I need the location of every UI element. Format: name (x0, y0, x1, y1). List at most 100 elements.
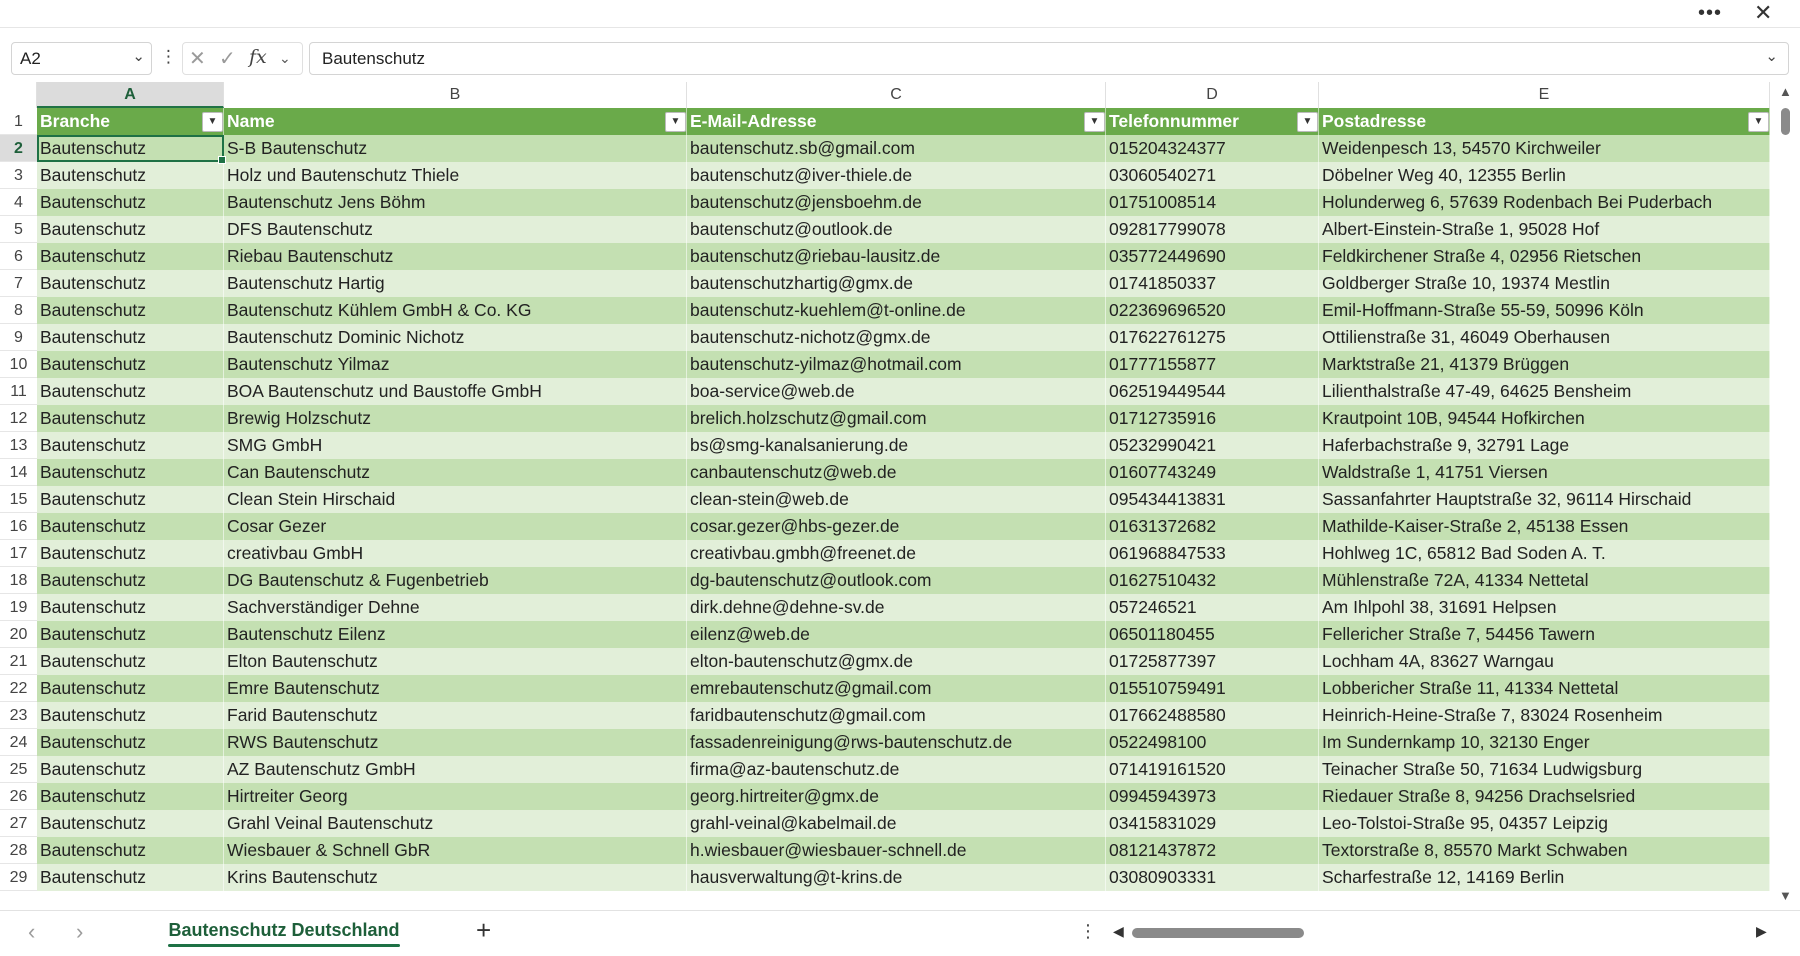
table-cell[interactable]: Bautenschutz (37, 702, 224, 729)
table-cell[interactable]: Sassanfahrter Hauptstraße 32, 96114 Hirs… (1319, 486, 1770, 513)
table-cell[interactable]: 01725877397 (1106, 648, 1319, 675)
cancel-icon[interactable]: ✕ (189, 46, 206, 71)
column-header-e[interactable]: E (1319, 82, 1770, 108)
table-cell[interactable]: Bautenschutz (37, 729, 224, 756)
table-cell[interactable]: Bautenschutz Dominic Nichotz (224, 324, 687, 351)
table-cell[interactable]: 01741850337 (1106, 270, 1319, 297)
row-header[interactable]: 13 (0, 432, 37, 459)
table-cell[interactable]: Scharfestraße 12, 14169 Berlin (1319, 864, 1770, 891)
close-icon[interactable]: ✕ (1754, 0, 1772, 26)
table-cell[interactable]: hausverwaltung@t-krins.de (687, 864, 1106, 891)
table-cell[interactable]: firma@az-bautenschutz.de (687, 756, 1106, 783)
table-cell[interactable]: Bautenschutz (37, 648, 224, 675)
table-cell[interactable]: Bautenschutz (37, 351, 224, 378)
table-cell[interactable]: bautenschutz@riebau-lausitz.de (687, 243, 1106, 270)
table-cell[interactable]: Riebau Bautenschutz (224, 243, 687, 270)
table-cell[interactable]: Marktstraße 21, 41379 Brüggen (1319, 351, 1770, 378)
table-cell[interactable]: 061968847533 (1106, 540, 1319, 567)
table-cell[interactable]: dirk.dehne@dehne-sv.de (687, 594, 1106, 621)
table-cell[interactable]: 022369696520 (1106, 297, 1319, 324)
table-cell[interactable]: Bautenschutz (37, 216, 224, 243)
row-header[interactable]: 24 (0, 729, 37, 756)
fill-handle[interactable] (218, 156, 226, 164)
row-header[interactable]: 16 (0, 513, 37, 540)
table-cell[interactable]: Bautenschutz (37, 864, 224, 891)
table-cell[interactable]: Hohlweg 1C, 65812 Bad Soden A. T. (1319, 540, 1770, 567)
formula-input[interactable]: Bautenschutz ⌄ (309, 42, 1789, 75)
row-header[interactable]: 12 (0, 405, 37, 432)
table-cell[interactable]: Bautenschutz (37, 621, 224, 648)
table-header-cell[interactable]: Branche (37, 108, 224, 135)
table-cell[interactable]: 09945943973 (1106, 783, 1319, 810)
sheet-tab-active[interactable]: Bautenschutz Deutschland (158, 915, 410, 949)
tab-bar-options-icon[interactable]: ⋮ (1079, 921, 1097, 942)
horizontal-scroll-thumb[interactable] (1132, 928, 1304, 938)
table-cell[interactable]: faridbautenschutz@gmail.com (687, 702, 1106, 729)
scroll-down-icon[interactable]: ▼ (1779, 888, 1792, 903)
table-cell[interactable]: Am Ihlpohl 38, 31691 Helpsen (1319, 594, 1770, 621)
table-cell[interactable]: Feldkirchener Straße 4, 02956 Rietschen (1319, 243, 1770, 270)
table-cell[interactable]: 01712735916 (1106, 405, 1319, 432)
table-cell[interactable]: 0522498100 (1106, 729, 1319, 756)
table-cell[interactable]: 01751008514 (1106, 189, 1319, 216)
table-cell[interactable]: Teinacher Straße 50, 71634 Ludwigsburg (1319, 756, 1770, 783)
table-cell[interactable]: Wiesbauer & Schnell GbR (224, 837, 687, 864)
table-cell[interactable]: Emil-Hoffmann-Straße 55-59, 50996 Köln (1319, 297, 1770, 324)
column-header-c[interactable]: C (687, 82, 1106, 108)
table-cell[interactable]: 05232990421 (1106, 432, 1319, 459)
table-cell[interactable]: Farid Bautenschutz (224, 702, 687, 729)
table-cell[interactable]: cosar.gezer@hbs-gezer.de (687, 513, 1106, 540)
table-cell[interactable]: 071419161520 (1106, 756, 1319, 783)
table-header-cell[interactable]: Telefonnummer (1106, 108, 1319, 135)
row-header[interactable]: 22 (0, 675, 37, 702)
table-cell[interactable]: Bautenschutz (37, 405, 224, 432)
table-cell[interactable]: Lochham 4A, 83627 Warngau (1319, 648, 1770, 675)
formula-bar-options-icon[interactable]: ⋮ (160, 47, 177, 67)
table-cell[interactable]: DFS Bautenschutz (224, 216, 687, 243)
table-cell[interactable]: bautenschutz-yilmaz@hotmail.com (687, 351, 1106, 378)
table-cell[interactable]: Bautenschutz (37, 270, 224, 297)
table-header-cell[interactable]: Postadresse (1319, 108, 1770, 135)
table-cell[interactable]: Clean Stein Hirschaid (224, 486, 687, 513)
table-cell[interactable]: Döbelner Weg 40, 12355 Berlin (1319, 162, 1770, 189)
table-cell[interactable]: Waldstraße 1, 41751 Viersen (1319, 459, 1770, 486)
table-cell[interactable]: dg-bautenschutz@outlook.com (687, 567, 1106, 594)
row-header[interactable]: 25 (0, 756, 37, 783)
row-header[interactable]: 26 (0, 783, 37, 810)
table-cell[interactable]: 06501180455 (1106, 621, 1319, 648)
table-cell[interactable]: AZ Bautenschutz GmbH (224, 756, 687, 783)
table-cell[interactable]: SMG GmbH (224, 432, 687, 459)
table-cell[interactable]: Lobbericher Straße 11, 41334 Nettetal (1319, 675, 1770, 702)
table-cell[interactable]: bautenschutzhartig@gmx.de (687, 270, 1106, 297)
filter-dropdown-icon[interactable]: ▼ (1297, 112, 1318, 132)
table-cell[interactable]: Bautenschutz (37, 810, 224, 837)
table-cell[interactable]: creativbau GmbH (224, 540, 687, 567)
table-cell[interactable]: Ottilienstraße 31, 46049 Oberhausen (1319, 324, 1770, 351)
table-cell[interactable]: 01627510432 (1106, 567, 1319, 594)
table-cell[interactable]: Mühlenstraße 72A, 41334 Nettetal (1319, 567, 1770, 594)
table-cell[interactable]: Bautenschutz Hartig (224, 270, 687, 297)
table-cell[interactable]: Bautenschutz (37, 756, 224, 783)
table-cell[interactable]: Bautenschutz Kühlem GmbH & Co. KG (224, 297, 687, 324)
table-cell[interactable]: bautenschutz-kuehlem@t-online.de (687, 297, 1106, 324)
table-cell[interactable]: Bautenschutz (37, 189, 224, 216)
table-cell[interactable]: bs@smg-kanalsanierung.de (687, 432, 1106, 459)
table-cell[interactable]: Bautenschutz (37, 324, 224, 351)
table-cell[interactable]: Bautenschutz Jens Böhm (224, 189, 687, 216)
name-box[interactable]: A2 ⌄ (11, 42, 152, 75)
table-cell[interactable]: Bautenschutz (37, 567, 224, 594)
table-cell[interactable]: Hirtreiter Georg (224, 783, 687, 810)
table-cell[interactable]: Holz und Bautenschutz Thiele (224, 162, 687, 189)
row-header[interactable]: 21 (0, 648, 37, 675)
add-sheet-button[interactable]: + (476, 915, 491, 946)
table-cell[interactable]: elton-bautenschutz@gmx.de (687, 648, 1106, 675)
table-cell[interactable]: 01631372682 (1106, 513, 1319, 540)
table-cell[interactable]: 017662488580 (1106, 702, 1319, 729)
table-cell[interactable]: 08121437872 (1106, 837, 1319, 864)
table-cell[interactable]: Emre Bautenschutz (224, 675, 687, 702)
table-header-cell[interactable]: E-Mail-Adresse (687, 108, 1106, 135)
table-cell[interactable]: Bautenschutz (37, 297, 224, 324)
table-cell[interactable]: Bautenschutz Eilenz (224, 621, 687, 648)
table-cell[interactable]: Bautenschutz (37, 513, 224, 540)
table-cell[interactable]: fassadenreinigung@rws-bautenschutz.de (687, 729, 1106, 756)
